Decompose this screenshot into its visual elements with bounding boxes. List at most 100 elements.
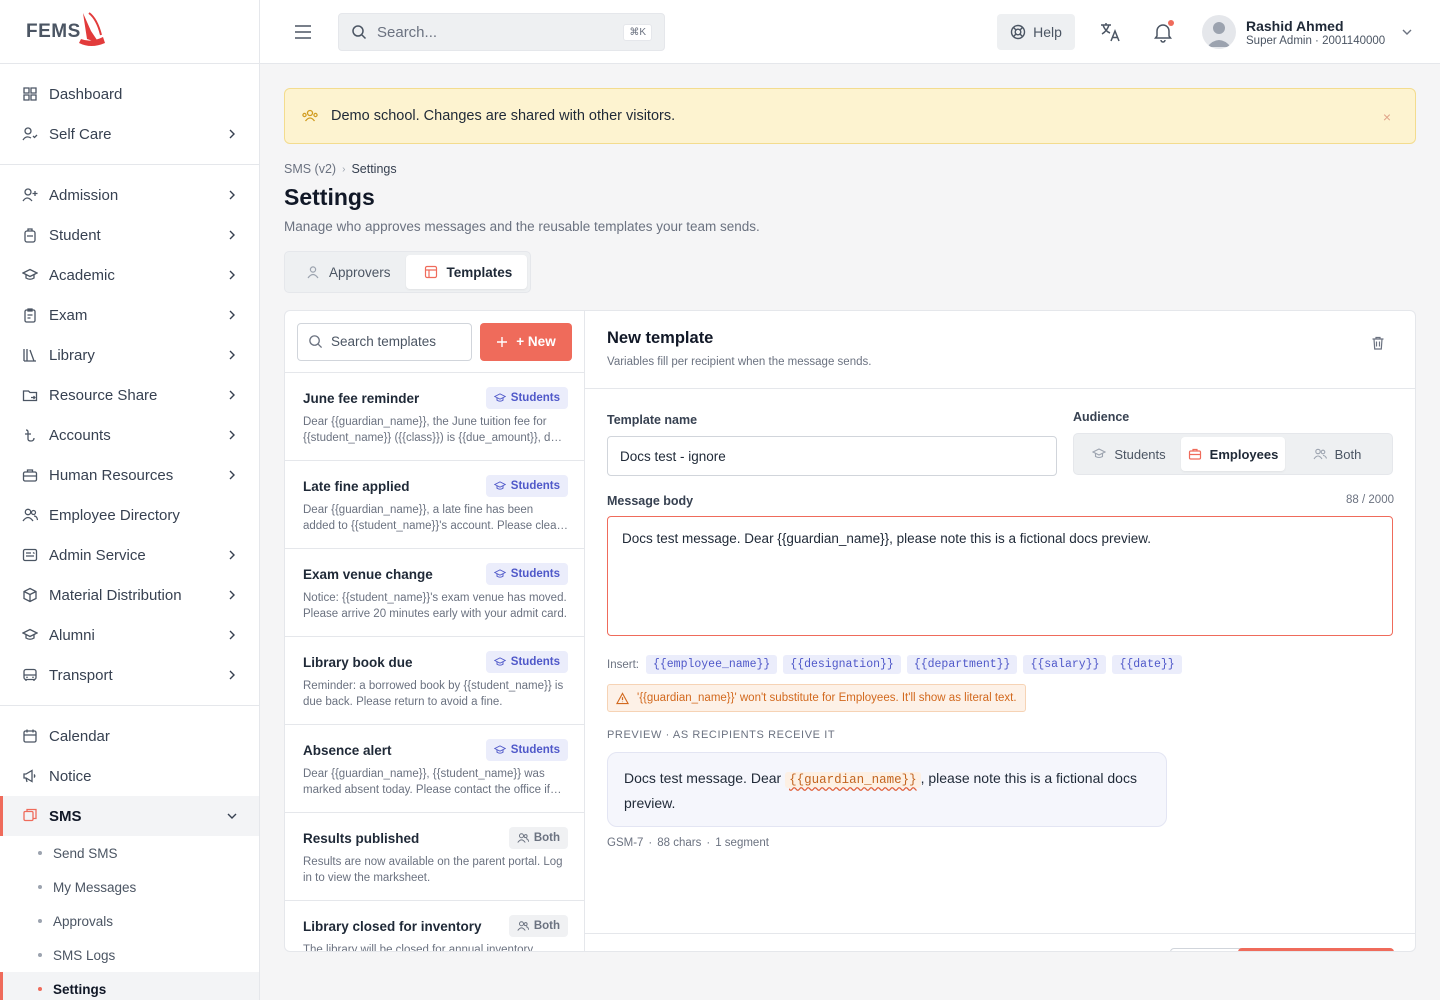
- chevron-right-icon: [229, 630, 235, 640]
- chevron-right-icon: [229, 670, 235, 680]
- audience-label: Audience: [1073, 410, 1130, 424]
- templates-panel: + New June fee reminder Students Dear {{gu…: [284, 310, 1416, 952]
- template-list-item[interactable]: Late fine applied Students Dear {{guardian…: [285, 461, 584, 549]
- message-stats: GSM-7 · 88 chars · 1 segment: [607, 837, 769, 849]
- sidebar-item-transport[interactable]: Transport: [0, 655, 259, 695]
- template-list-item[interactable]: Library book due Students Reminder: a borr…: [285, 637, 584, 725]
- preview-label: PREVIEW · AS RECIPIENTS RECEIVE IT: [607, 729, 836, 741]
- sidebar-subitem-send-sms[interactable]: Send SMS: [0, 836, 259, 870]
- help-button[interactable]: Help: [997, 14, 1075, 50]
- template-name-input[interactable]: [607, 436, 1057, 476]
- template-list-item[interactable]: Exam venue change Students Notice: {{stude…: [285, 549, 584, 637]
- preview-text-before: Docs test message. Dear: [624, 770, 786, 786]
- chevron-right-icon: [229, 310, 235, 320]
- template-item-name: June fee reminder: [303, 390, 420, 406]
- breadcrumb-parent[interactable]: SMS (v2): [284, 162, 336, 176]
- audience-students-label: Students: [1114, 446, 1166, 462]
- graduation-cap-icon: [1092, 448, 1107, 459]
- sidebar-item-self-care[interactable]: Self Care: [0, 114, 259, 154]
- menu-icon[interactable]: [294, 22, 312, 42]
- sidebar-item-notice[interactable]: Notice: [0, 756, 259, 796]
- message-preview: Docs test message. Dear {{guardian_name}…: [607, 752, 1167, 827]
- audience-students[interactable]: Students: [1077, 437, 1181, 471]
- template-list-item[interactable]: Absence alert Students Dear {{guardian_nam…: [285, 725, 584, 813]
- sidebar-item-material-distribution[interactable]: Material Distribution: [0, 575, 259, 615]
- audience-badge-label: Both: [533, 920, 560, 932]
- sidebar-item-label: Self Care: [49, 125, 112, 143]
- sidebar-item-student[interactable]: Student: [0, 215, 259, 255]
- chevron-right-icon: [229, 350, 235, 360]
- sidebar-subitem-settings[interactable]: Settings: [0, 972, 259, 1000]
- audience-both[interactable]: Both: [1285, 437, 1389, 471]
- chevron-right-icon: [229, 190, 235, 200]
- sidebar-item-library[interactable]: Library: [0, 335, 259, 375]
- chevron-right-icon: [229, 390, 235, 400]
- logo[interactable]: FEMS: [0, 0, 259, 64]
- help-label: Help: [1033, 24, 1062, 40]
- sidebar-item-admin-service[interactable]: Admin Service: [0, 535, 259, 575]
- audience-both-label: Both: [1334, 446, 1362, 462]
- tab-templates[interactable]: Templates: [405, 255, 528, 289]
- global-search[interactable]: ⌘K: [338, 13, 665, 51]
- sidebar-item-exam[interactable]: Exam: [0, 295, 259, 335]
- sidebar-subitem-approvals[interactable]: Approvals: [0, 904, 259, 938]
- sidebar-subitem-label: Send SMS: [53, 845, 118, 861]
- sidebar-item-employee-directory[interactable]: Employee Directory: [0, 495, 259, 535]
- variable-chip-date[interactable]: {{date}}: [1112, 655, 1182, 674]
- topbar: ⌘K Help Rashid Ahmed Super Admin · 20011…: [260, 0, 1440, 64]
- sidebar-item-dashboard[interactable]: Dashboard: [0, 74, 259, 114]
- folder-share-icon: [22, 390, 38, 402]
- user-heart-icon: [22, 127, 38, 141]
- sidebar-item-label: Accounts: [49, 426, 111, 444]
- template-list-item[interactable]: June fee reminder Students Dear {{guardian…: [285, 373, 584, 461]
- variable-chip-designation[interactable]: {{designation}}: [783, 655, 901, 674]
- users-icon: [1313, 448, 1327, 460]
- audience-employees[interactable]: Employees: [1181, 437, 1285, 471]
- sidebar-item-human-resources[interactable]: Human Resources: [0, 455, 259, 495]
- sidebar-item-label: Transport: [49, 666, 113, 684]
- message-body-input[interactable]: Docs test message. Dear {{guardian_name}…: [607, 516, 1393, 636]
- sidebar-item-resource-share[interactable]: Resource Share: [0, 375, 259, 415]
- bullet-icon: [38, 953, 42, 957]
- template-list-item[interactable]: Library closed for inventory Both The libr…: [285, 901, 584, 951]
- sidebar-item-accounts[interactable]: Accounts: [0, 415, 259, 455]
- sms-icon: [23, 808, 37, 822]
- variable-chip-employee-name[interactable]: {{employee_name}}: [645, 655, 778, 674]
- sidebar-item-sms[interactable]: SMS: [0, 796, 259, 836]
- taka-icon: [25, 429, 35, 442]
- sidebar-subitem-sms-logs[interactable]: SMS Logs: [0, 938, 259, 972]
- nav-group-main: Dashboard Self Care: [0, 64, 259, 165]
- template-search-input[interactable]: [331, 334, 461, 349]
- save-template-button[interactable]: [1238, 948, 1394, 951]
- cancel-button[interactable]: [1170, 948, 1244, 951]
- sidebar-item-label: Library: [49, 346, 95, 364]
- settings-tabs: Approvers Templates: [284, 251, 532, 293]
- user-menu[interactable]: Rashid Ahmed Super Admin · 2001140000: [1202, 14, 1413, 50]
- banner-close-icon[interactable]: ×: [1383, 109, 1391, 125]
- plus-icon: [497, 336, 508, 347]
- notifications-button[interactable]: [1151, 20, 1175, 44]
- translate-icon[interactable]: [1098, 20, 1122, 44]
- demo-banner: Demo school. Changes are shared with oth…: [284, 88, 1416, 144]
- sidebar-item-admission[interactable]: Admission: [0, 175, 259, 215]
- audience-badge-label: Both: [533, 832, 560, 844]
- sidebar-item-calendar[interactable]: Calendar: [0, 716, 259, 756]
- box-icon: [23, 587, 37, 603]
- notification-dot: [1168, 20, 1174, 26]
- template-list-item[interactable]: Results published Both Results are now ava…: [285, 813, 584, 901]
- template-item-preview: Dear {{guardian_name}}, a late fine has …: [303, 504, 561, 532]
- bus-icon: [23, 668, 37, 681]
- sidebar-item-label: Admin Service: [49, 546, 146, 564]
- sidebar-subitem-my-messages[interactable]: My Messages: [0, 870, 259, 904]
- sidebar-item-academic[interactable]: Academic: [0, 255, 259, 295]
- template-item-name: Library closed for inventory: [303, 918, 482, 934]
- search-input[interactable]: [377, 23, 624, 41]
- tab-approvers[interactable]: Approvers: [288, 255, 406, 289]
- trash-icon[interactable]: [1370, 335, 1386, 351]
- variable-chip-department[interactable]: {{department}}: [906, 655, 1018, 674]
- variable-chip-salary[interactable]: {{salary}}: [1023, 655, 1107, 674]
- sidebar-item-alumni[interactable]: Alumni: [0, 615, 259, 655]
- new-template-button[interactable]: + New: [480, 322, 572, 361]
- template-search[interactable]: [297, 322, 472, 361]
- stat-encoding: GSM-7: [607, 837, 644, 849]
